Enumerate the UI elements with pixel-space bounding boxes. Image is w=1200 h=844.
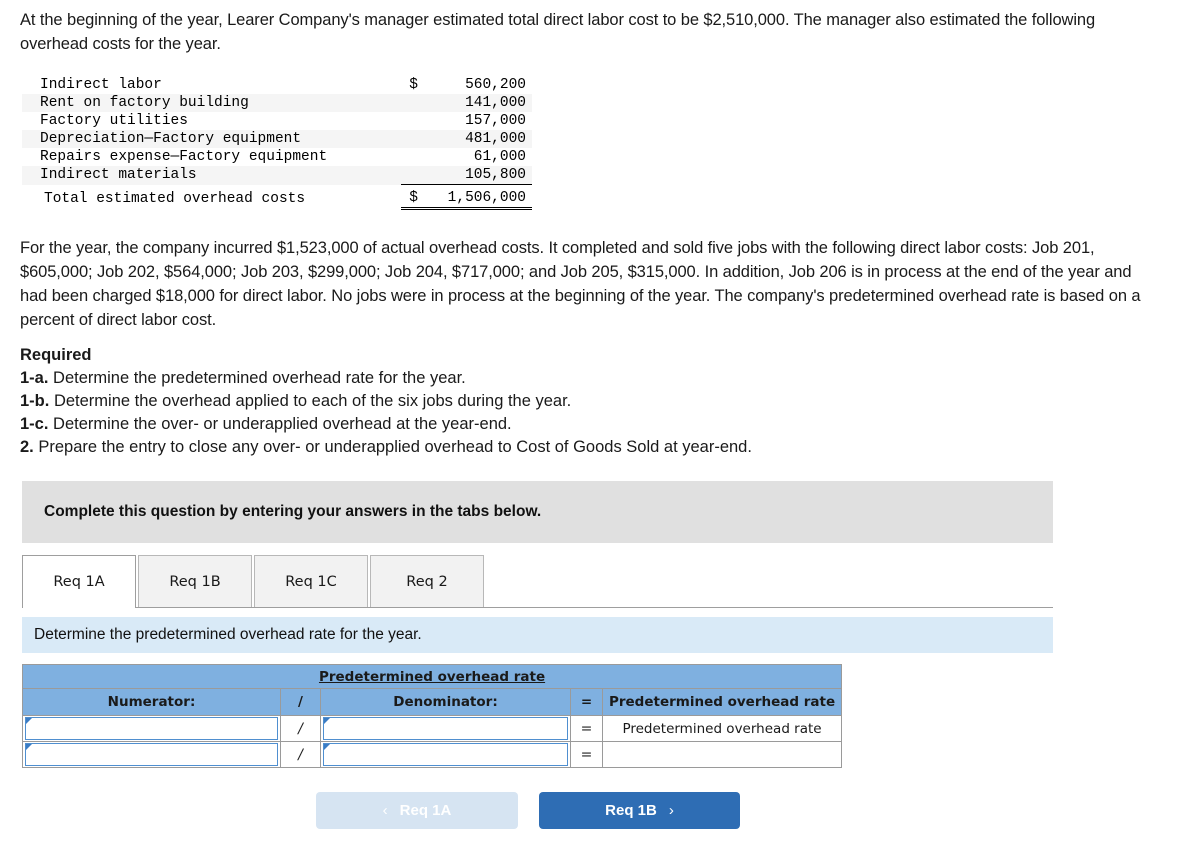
cost-amount: 157,000 [465,113,526,129]
column-header-divide: / [280,688,321,716]
tab-label: Req 1C [285,573,337,590]
table-row: Indirect labor $ 560,200 [22,76,532,94]
requirement-text: Determine the predetermined overhead rat… [53,369,466,387]
numerator-dropdown-row1[interactable] [25,717,278,740]
numerator-cell-row2[interactable] [22,741,281,768]
denominator-dropdown-row2[interactable] [323,743,568,766]
currency-symbol [401,148,427,166]
chevron-right-icon: › [668,802,674,819]
column-header-equals: = [570,688,603,716]
requirement-number: 1-b. [20,392,50,410]
table-row: / = [22,741,843,768]
cost-label: Repairs expense—Factory equipment [40,149,328,165]
requirement-tab-bar: Req 1A Req 1B Req 1C Req 2 [22,555,1053,608]
previous-requirement-button[interactable]: ‹ Req 1A [316,792,518,829]
answer-table-title: Predetermined overhead rate [21,664,843,689]
intro-paragraph: At the beginning of the year, Learer Com… [20,11,1096,53]
equals-operator-row2: = [570,741,603,768]
cost-label: Rent on factory building [40,95,249,111]
cost-amount: 105,800 [427,166,532,185]
tab-req-2[interactable]: Req 2 [370,555,484,607]
requirement-number: 1-a. [20,369,49,387]
cost-amount: 481,000 [465,131,526,147]
requirement-text: Determine the over- or underapplied over… [53,415,512,433]
dropdown-caret-icon [324,718,330,724]
cost-label: Indirect labor [40,77,162,93]
requirement-text: Prepare the entry to close any over- or … [38,438,752,456]
tab-label: Req 1A [53,574,105,590]
table-row: Repairs expense—Factory equipment 61,000 [22,148,532,166]
cost-amount: 141,000 [465,95,526,111]
scenario-paragraph: For the year, the company incurred $1,52… [20,239,1141,329]
required-section: Required 1-a. Determine the predetermine… [20,344,752,459]
requirement-number: 2. [20,438,34,456]
requirement-item: 2. Prepare the entry to close any over- … [20,436,752,459]
currency-symbol: $ [409,77,418,93]
answer-table-header-row: Numerator: / Denominator: = Predetermine… [22,688,843,716]
cost-label: Indirect materials [40,167,197,184]
table-row: Indirect materials 105,800 [22,166,532,185]
table-row: Rent on factory building 141,000 [22,94,532,112]
instruction-text: Complete this question by entering your … [44,503,542,520]
currency-symbol [401,94,427,112]
sub-instruction-banner: Determine the predetermined overhead rat… [22,617,1053,653]
requirement-text: Determine the overhead applied to each o… [53,392,572,410]
column-header-result: Predetermined overhead rate [601,688,843,716]
tab-label: Req 2 [406,573,448,590]
requirement-item: 1-b. Determine the overhead applied to e… [20,390,752,413]
denominator-cell-row2[interactable] [320,741,571,768]
total-amount: 1,506,000 [427,184,532,210]
requirement-item: 1-c. Determine the over- or underapplied… [20,413,752,436]
cost-amount: 61,000 [473,149,526,165]
table-row: Depreciation—Factory equipment 481,000 [22,130,532,148]
answer-table-title-text: Predetermined overhead rate [318,668,546,685]
previous-button-label: Req 1A [399,802,452,819]
next-button-label: Req 1B [605,802,657,819]
requirement-number: 1-c. [20,415,49,433]
denominator-cell-row1[interactable] [320,715,571,742]
instruction-banner: Complete this question by entering your … [22,481,1053,543]
chevron-left-icon: ‹ [382,802,388,819]
dropdown-caret-icon [26,718,32,724]
cost-label: Factory utilities [40,113,188,129]
next-requirement-button[interactable]: Req 1B › [539,792,740,829]
tab-label: Req 1B [169,573,221,590]
total-label: Total estimated overhead costs [44,190,306,207]
divide-operator-row1: / [280,715,321,742]
result-cell-row2 [601,741,843,768]
tab-req-1b[interactable]: Req 1B [138,555,252,607]
denominator-dropdown-row1[interactable] [323,717,568,740]
numerator-dropdown-row2[interactable] [25,743,278,766]
currency-symbol: $ [401,184,428,210]
currency-symbol [401,166,428,185]
column-header-denominator: Denominator: [320,688,571,716]
currency-symbol [401,112,427,130]
equals-operator-row1: = [570,715,603,742]
requirement-item: 1-a. Determine the predetermined overhea… [20,367,752,390]
cost-amount: 560,200 [465,77,526,93]
answer-table-title-row: Predetermined overhead rate [21,664,843,689]
cost-label: Depreciation—Factory equipment [40,131,302,147]
divide-operator-row2: / [280,741,321,768]
tab-req-1a[interactable]: Req 1A [22,555,136,608]
result-cell-row1: Predetermined overhead rate [601,715,843,742]
table-total-row: Total estimated overhead costs $ 1,506,0… [22,184,532,210]
column-header-numerator: Numerator: [22,688,281,716]
dropdown-caret-icon [324,744,330,750]
table-row: / = Predetermined overhead rate [22,715,843,742]
required-heading: Required [20,346,92,364]
sub-instruction-text: Determine the predetermined overhead rat… [34,626,422,643]
numerator-cell-row1[interactable] [22,715,281,742]
currency-symbol [401,130,427,148]
table-row: Factory utilities 157,000 [22,112,532,130]
predetermined-overhead-rate-table: Predetermined overhead rate Numerator: /… [21,664,843,768]
dropdown-caret-icon [26,744,32,750]
estimated-overhead-costs-table: Indirect labor $ 560,200 Rent on factory… [22,76,532,210]
tab-req-1c[interactable]: Req 1C [254,555,368,607]
